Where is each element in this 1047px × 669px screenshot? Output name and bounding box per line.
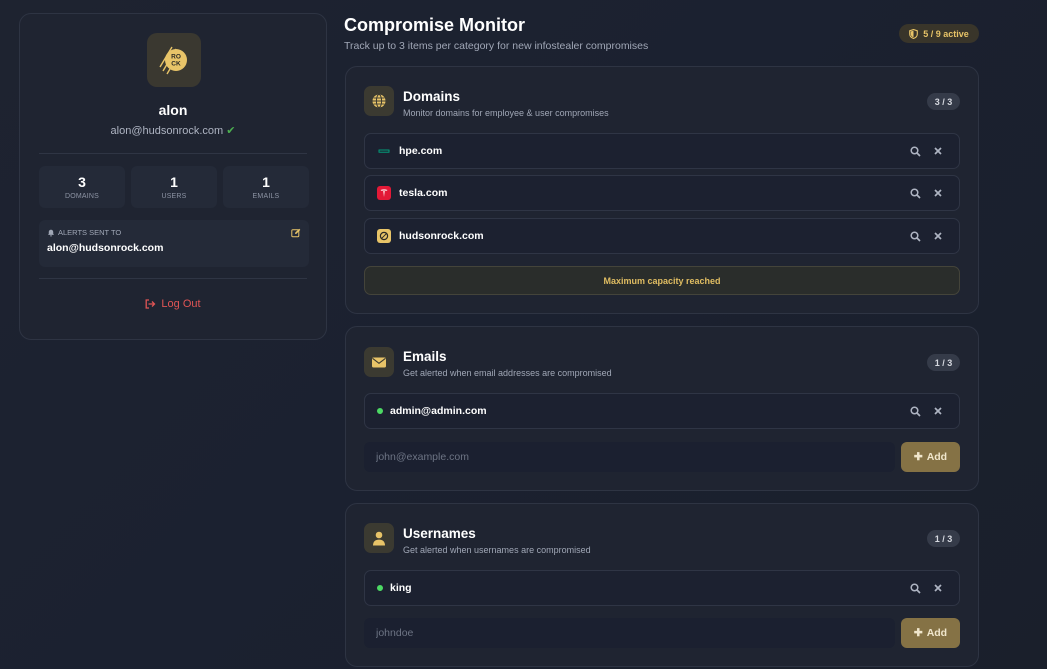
search-icon[interactable]	[910, 188, 921, 199]
search-icon[interactable]	[910, 583, 921, 594]
remove-icon[interactable]	[933, 188, 943, 198]
logo-text-top: RO	[171, 54, 181, 61]
remove-icon[interactable]	[933, 406, 943, 416]
domain-label: hpe.com	[399, 145, 443, 157]
logout-button[interactable]: Log Out	[20, 298, 326, 310]
usernames-count-badge: 1 / 3	[927, 530, 960, 547]
shield-icon	[909, 28, 919, 39]
plus-icon: ✚	[913, 451, 923, 463]
domain-row: hudsonrock.com	[364, 218, 960, 254]
email-input[interactable]	[364, 442, 895, 472]
domain-row: hpe.com	[364, 133, 960, 169]
section-title: Emails	[403, 349, 447, 364]
email-row: admin@admin.com	[364, 393, 960, 429]
alerts-email: alon@hudsonrock.com	[47, 242, 164, 254]
tesla-favicon-icon	[377, 186, 391, 200]
logo-text-bottom: CK	[171, 61, 181, 68]
profile-divider	[39, 153, 307, 154]
rock-logo-icon: RO CK	[159, 46, 187, 75]
stat-label: EMAILS	[252, 193, 280, 200]
section-title: Usernames	[403, 526, 476, 541]
hudsonrock-favicon-icon	[377, 229, 391, 243]
add-label: Add	[926, 451, 948, 463]
section-icon-box	[364, 523, 394, 553]
logout-icon	[145, 299, 156, 309]
domain-label: hudsonrock.com	[399, 230, 484, 242]
add-label: Add	[926, 627, 948, 639]
stat-domains: 3 DOMAINS	[39, 166, 125, 208]
section-icon-box	[364, 86, 394, 116]
logout-label: Log Out	[161, 298, 201, 310]
stat-label: DOMAINS	[64, 193, 100, 200]
page-subtitle: Track up to 3 items per category for new…	[344, 40, 649, 52]
usernames-section: Usernames Get alerted when usernames are…	[345, 503, 979, 667]
status-dot-icon	[377, 585, 383, 591]
search-icon[interactable]	[910, 406, 921, 417]
profile-email-line: alon@hudsonrock.com ✔	[20, 124, 326, 137]
section-description: Get alerted when email addresses are com…	[403, 368, 612, 378]
alerts-label: ALERTS SENT TO	[58, 228, 122, 237]
emails-section: Emails Get alerted when email addresses …	[345, 326, 979, 491]
alerts-recipient-box: ALERTS SENT TO alon@hudsonrock.com	[39, 220, 309, 267]
alerts-label-row: ALERTS SENT TO	[47, 228, 301, 237]
stat-users: 1 USERS	[131, 166, 217, 208]
profile-divider	[39, 278, 307, 279]
domains-section: Domains Monitor domains for employee & u…	[345, 66, 979, 314]
remove-icon[interactable]	[933, 231, 943, 241]
domains-count-badge: 3 / 3	[927, 93, 960, 110]
stat-emails: 1 EMAILS	[223, 166, 309, 208]
emails-count-badge: 1 / 3	[927, 354, 960, 371]
hudson-rock-logo: RO CK	[147, 33, 201, 87]
check-icon: ✔	[226, 125, 236, 137]
domain-label: tesla.com	[399, 187, 448, 199]
remove-icon[interactable]	[933, 146, 943, 156]
plus-icon: ✚	[913, 627, 923, 639]
email-label: admin@admin.com	[390, 405, 487, 417]
section-icon-box	[364, 347, 394, 377]
section-description: Monitor domains for employee & user comp…	[403, 108, 609, 118]
profile-name: alon	[158, 102, 188, 118]
user-icon	[373, 531, 385, 545]
remove-icon[interactable]	[933, 583, 943, 593]
add-username-button[interactable]: ✚ Add	[901, 618, 960, 648]
globe-icon	[372, 94, 386, 108]
active-count-badge: 5 / 9 active	[899, 24, 979, 43]
status-dot-icon	[377, 408, 383, 414]
envelope-icon	[372, 357, 386, 367]
edit-icon[interactable]	[291, 228, 301, 238]
stat-value: 3	[78, 174, 86, 190]
profile-email: alon@hudsonrock.com	[110, 125, 224, 137]
search-icon[interactable]	[910, 146, 921, 157]
section-description: Get alerted when usernames are compromis…	[403, 545, 591, 555]
add-email-button[interactable]: ✚ Add	[901, 442, 960, 472]
search-icon[interactable]	[910, 231, 921, 242]
bell-icon	[47, 229, 55, 237]
active-count: 5 / 9 active	[923, 28, 969, 39]
stat-value: 1	[170, 174, 178, 190]
stat-label: USERS	[161, 193, 187, 200]
page-title: Compromise Monitor	[344, 15, 526, 35]
username-row: king	[364, 570, 960, 606]
domain-row: tesla.com	[364, 175, 960, 211]
stat-value: 1	[262, 174, 270, 190]
profile-card: RO CK alon alon@hudsonrock.com ✔ 3 DOMAIN…	[19, 13, 327, 340]
capacity-reached-notice: Maximum capacity reached	[364, 266, 960, 295]
profile-stats: 3 DOMAINS 1 USERS 1 EMAILS	[39, 166, 309, 208]
hpe-favicon-icon	[377, 144, 391, 158]
section-title: Domains	[403, 89, 461, 104]
username-input[interactable]	[364, 618, 895, 648]
username-label: king	[390, 582, 412, 594]
